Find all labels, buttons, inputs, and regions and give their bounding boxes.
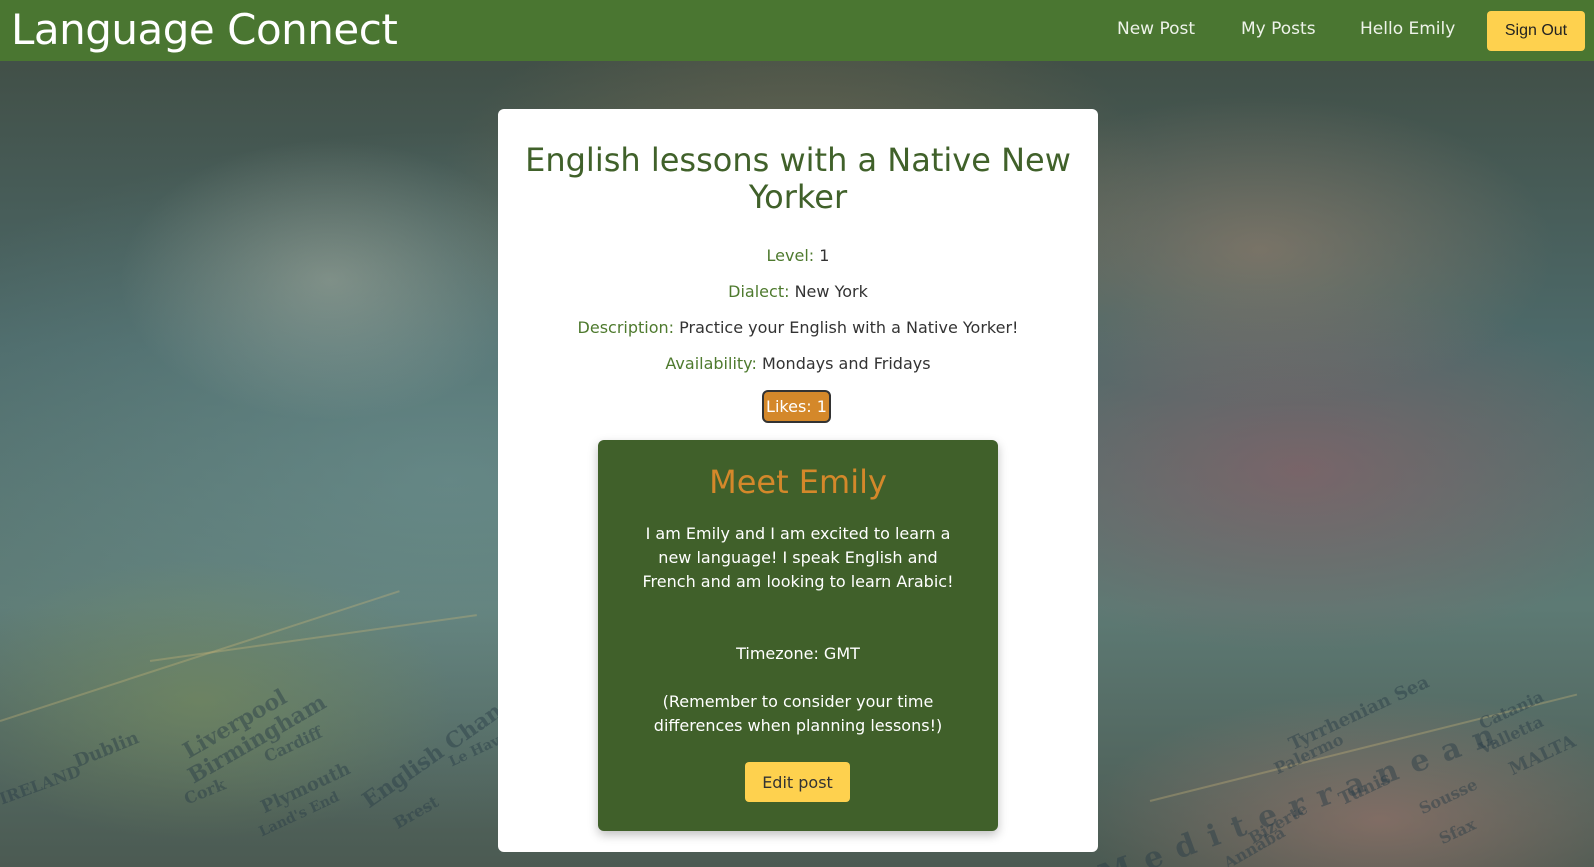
likes-button[interactable]: Likes: 1 [762,390,831,423]
profile-heading: Meet Emily [709,463,887,501]
post-availability: Availability: Mondays and Fridays [498,354,1098,373]
post-title: English lessons with a Native New Yorker [525,141,1071,216]
nav-new-post-link[interactable]: New Post [1117,19,1195,39]
dialect-label: Dialect: [728,282,790,301]
profile-bio: I am Emily and I am excited to learn a n… [642,524,954,591]
description-value: Practice your English with a Native York… [679,318,1019,337]
post-card: English lessons with a Native New Yorker… [498,109,1098,852]
edit-post-button[interactable]: Edit post [745,762,850,802]
availability-value: Mondays and Fridays [761,354,931,373]
availability-label: Availability: [665,354,757,373]
profile-reminder: (Remember to consider your time differen… [653,692,943,735]
post-description: Description: Practice your English with … [498,318,1098,337]
profile-box: Meet Emily I am Emily and I am excited t… [598,440,998,831]
navbar: Language Connect New Post My Posts Hello… [0,0,1594,61]
profile-timezone: Timezone: GMT [736,644,860,663]
level-label: Level: [766,246,815,265]
nav-hello-user-link[interactable]: Hello Emily [1360,19,1455,39]
sign-out-button[interactable]: Sign Out [1487,11,1585,51]
brand-logo[interactable]: Language Connect [11,4,398,56]
level-value: 1 [819,246,830,265]
nav-my-posts-link[interactable]: My Posts [1241,19,1316,39]
post-level: Level: 1 [498,246,1098,265]
description-label: Description: [577,318,675,337]
post-dialect: Dialect: New York [498,282,1098,301]
dialect-value: New York [794,282,868,301]
